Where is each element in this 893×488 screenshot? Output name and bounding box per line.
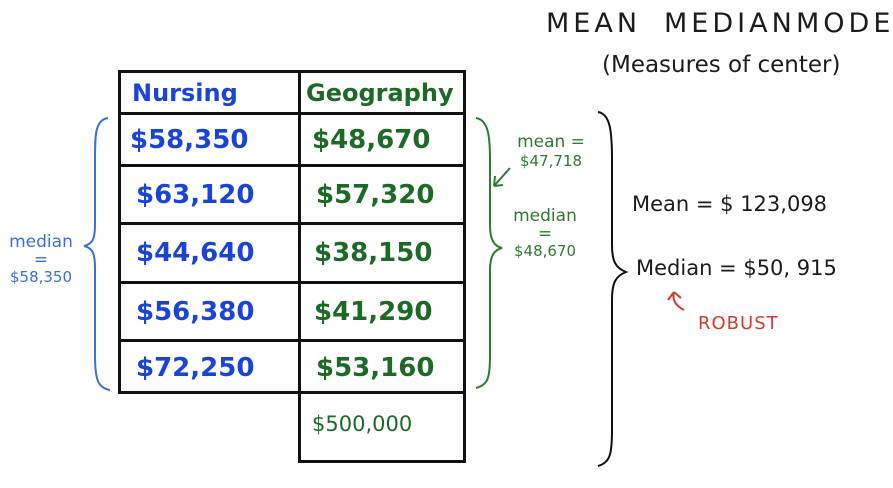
- geography-brace: [475, 117, 503, 389]
- nursing-median-eq: =: [33, 250, 49, 270]
- overall-mean: Mean = $ 123,098: [632, 192, 828, 216]
- overall-median: Median = $50, 915: [636, 256, 837, 280]
- geography-median-note: median = $48,670: [500, 206, 590, 260]
- geography-median-eq: =: [537, 224, 553, 244]
- annotation-strokes: [83, 111, 685, 467]
- geography-median-value: $48,670: [513, 242, 577, 260]
- nursing-median-label: median: [9, 232, 73, 252]
- geography-mean-label: mean =: [517, 132, 585, 152]
- robust-label: ROBUST: [698, 313, 779, 334]
- nursing-median-note: median = $58,350: [2, 232, 80, 286]
- nursing-brace: [83, 117, 111, 391]
- geography-median-label: median: [513, 206, 577, 226]
- nursing-median-value: $58,350: [9, 268, 73, 286]
- robust-arrow: [667, 291, 685, 311]
- geography-mean-value: $47,718: [519, 152, 583, 170]
- mean-arrow: [493, 167, 511, 187]
- all-data-brace: [597, 111, 629, 467]
- geography-mean-note: mean = $47,718: [506, 132, 596, 170]
